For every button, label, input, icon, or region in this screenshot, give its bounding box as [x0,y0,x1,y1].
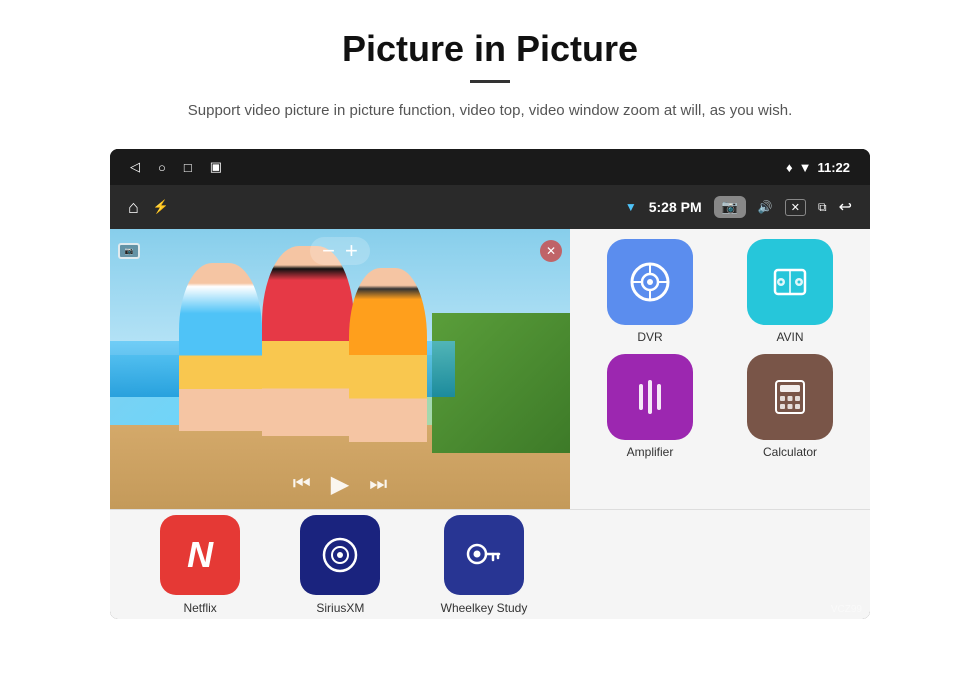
video-overlay[interactable]: 📷 − + ✕ ⏮ ▶ ⏭ [110,229,570,509]
right-apps-section: DVR AVIN [570,229,870,509]
avin-label: AVIN [776,330,803,344]
calculator-app[interactable]: Calculator [747,354,833,459]
usb-icon: ⚡ [153,199,169,215]
dvr-icon [627,259,673,305]
person-1 [179,263,262,431]
dvr-label: DVR [637,330,662,344]
video-top-controls: 📷 − + ✕ [118,237,562,265]
pip-cam-icon: 📷 [118,243,140,259]
wheelkey-icon [463,534,505,576]
wifi-icon: ▼ [799,160,812,175]
right-icon-row-1: DVR AVIN [580,239,860,344]
volume-icon[interactable]: 🔊 [758,200,773,214]
right-icon-row-2: Amplifier [580,354,860,459]
status-bar: ◁ ○ □ ▣ ♦ ▼ 11:22 [110,149,870,185]
screenshot-nav-icon[interactable]: ▣ [210,159,222,175]
screen-body: Netflix SiriusXM Wheelkey Study [110,229,870,619]
app-bar-right: ▼ 5:28 PM 📷 🔊 ✕ ⧉ ↩ [625,196,852,218]
siriusxm-bottom-app[interactable]: SiriusXM [300,515,380,615]
back-nav-icon[interactable]: ◁ [130,159,140,175]
title-divider [470,80,510,83]
home-icon[interactable]: ⌂ [128,197,139,218]
calculator-icon [769,376,811,418]
dvr-app[interactable]: DVR [607,239,693,344]
pip-icon[interactable]: ⧉ [818,200,827,215]
watermark: VCZ99 [831,604,862,615]
avin-app[interactable]: AVIN [747,239,833,344]
main-row: Netflix SiriusXM Wheelkey Study [110,229,870,509]
wheelkey-bottom-label: Wheelkey Study [441,601,528,615]
camera-button[interactable]: 📷 [714,196,746,218]
pip-plus-btn[interactable]: + [345,240,358,262]
calculator-icon-box [747,354,833,440]
status-time: 11:22 [817,160,850,175]
amplifier-icon [629,376,671,418]
siriusxm-icon [318,533,362,577]
pip-size-controls: − + [310,237,370,265]
app-bar-left: ⌂ ⚡ [128,197,169,218]
app-bar-time: 5:28 PM [649,199,702,215]
playback-controls: ⏮ ▶ ⏭ [293,470,387,499]
app-bar: ⌂ ⚡ ▼ 5:28 PM 📷 🔊 ✕ ⧉ ↩ [110,185,870,229]
amplifier-app[interactable]: Amplifier [607,354,693,459]
video-container: 📷 − + ✕ ⏮ ▶ ⏭ [110,229,570,509]
amplifier-label: Amplifier [627,445,674,459]
netflix-bottom-app[interactable]: N Netflix [160,515,240,615]
pip-close-btn[interactable]: ✕ [540,240,562,262]
close-icon[interactable]: ✕ [785,199,806,216]
play-btn[interactable]: ▶ [331,470,349,499]
bottom-apps-row: N Netflix SiriusXM [110,509,870,619]
pip-minus-btn[interactable]: − [322,240,335,262]
next-btn[interactable]: ⏭ [369,473,387,496]
wheelkey-bottom-icon [444,515,524,595]
avin-icon [770,262,810,302]
siriusxm-bottom-icon [300,515,380,595]
recents-nav-icon[interactable]: □ [184,160,192,175]
device-wrapper: ◁ ○ □ ▣ ♦ ▼ 11:22 ⌂ ⚡ ▼ 5:28 PM 📷 🔊 ✕ ⧉ … [110,149,870,619]
status-bar-left: ◁ ○ □ ▣ [130,159,222,175]
wheelkey-bottom-app[interactable]: Wheelkey Study [441,515,528,615]
wifi-status-icon: ▼ [625,200,637,214]
page-subtitle: Support video picture in picture functio… [140,99,840,123]
location-icon: ♦ [786,160,793,175]
calculator-label: Calculator [763,445,817,459]
netflix-bottom-icon: N [160,515,240,595]
avin-icon-box [747,239,833,325]
netflix-bottom-label: Netflix [183,601,216,615]
page-header: Picture in Picture Support video picture… [0,0,980,133]
prev-btn[interactable]: ⏮ [293,473,311,496]
back-icon[interactable]: ↩ [839,197,852,217]
person-2 [262,246,354,436]
video-section: Netflix SiriusXM Wheelkey Study [110,229,570,509]
page-title: Picture in Picture [60,28,920,70]
status-bar-right: ♦ ▼ 11:22 [786,160,850,175]
dvr-icon-box [607,239,693,325]
home-nav-icon[interactable]: ○ [158,160,166,175]
person-3 [349,268,427,442]
siriusxm-bottom-label: SiriusXM [316,601,364,615]
amplifier-icon-box [607,354,693,440]
